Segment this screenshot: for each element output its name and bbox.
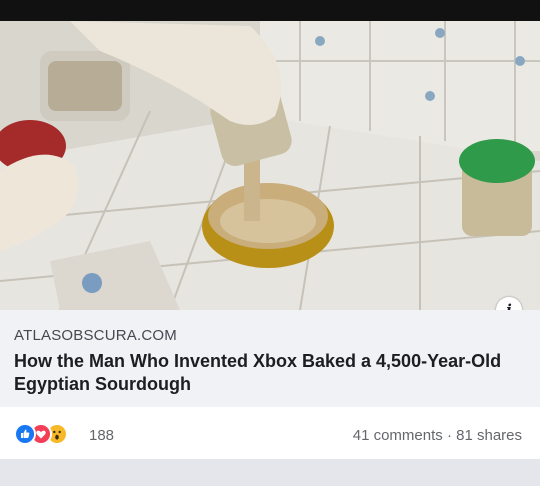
stats-separator: · [446, 427, 452, 444]
reaction-count[interactable]: 188 [89, 427, 114, 444]
comments-count[interactable]: 41 comments [353, 427, 443, 444]
sourdough-photo [0, 21, 540, 310]
like-icon [14, 423, 36, 445]
link-domain: ATLASOBSCURA.COM [14, 327, 177, 344]
top-bar [0, 0, 540, 21]
bottom-divider [0, 459, 540, 486]
link-preview-image[interactable] [0, 21, 540, 310]
engagement-bar: 188 41 comments · 81 shares [0, 407, 540, 459]
link-preview-panel[interactable]: ATLASOBSCURA.COM How the Man Who Invente… [0, 310, 540, 407]
engagement-stats: 41 comments · 81 shares [353, 427, 522, 444]
shares-count[interactable]: 81 shares [456, 427, 522, 444]
link-headline[interactable]: How the Man Who Invented Xbox Baked a 4,… [14, 350, 514, 396]
